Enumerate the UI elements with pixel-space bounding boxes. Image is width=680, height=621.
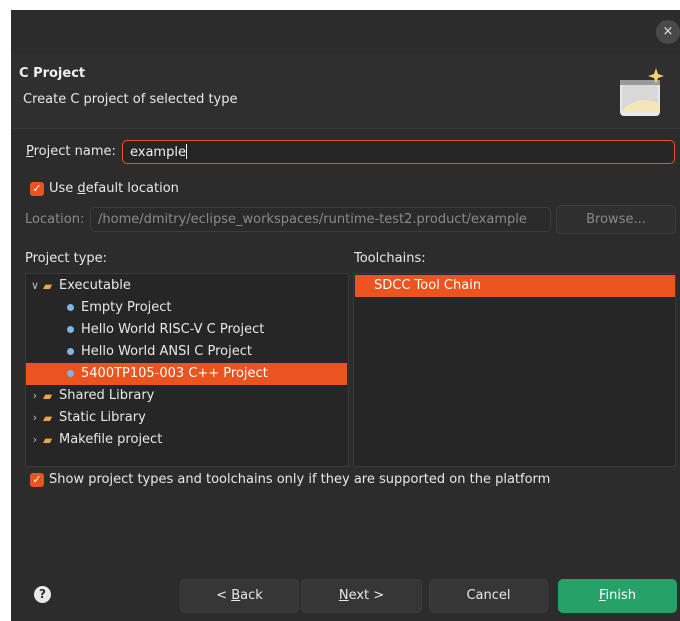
toolchains-label: Toolchains:	[354, 251, 426, 266]
toolchains-list[interactable]: SDCC Tool Chain	[353, 273, 676, 467]
project-name-input[interactable]: example	[122, 140, 675, 164]
tree-item-empty-project[interactable]: Empty Project	[26, 297, 347, 319]
folder-icon: ▰	[43, 389, 53, 403]
show-supported-only-checkbox[interactable]: ✓	[30, 473, 44, 487]
chevron-right-icon[interactable]: ›	[30, 407, 40, 429]
tree-node-static-library[interactable]: › ▰ Static Library	[26, 407, 347, 429]
project-template-icon	[67, 326, 74, 333]
header-separator	[11, 128, 680, 129]
back-button[interactable]: < Back	[180, 579, 299, 613]
project-template-icon	[67, 348, 74, 355]
next-button[interactable]: Next >	[301, 579, 422, 613]
folder-open-icon: ▰	[43, 279, 53, 293]
use-default-location-checkbox[interactable]: ✓	[30, 182, 44, 196]
cancel-button[interactable]: Cancel	[429, 579, 548, 613]
page-description: Create C project of selected type	[23, 92, 238, 107]
tree-node-makefile-project[interactable]: › ▰ Makefile project	[26, 429, 347, 451]
tree-node-executable[interactable]: ∨ ▰ Executable	[26, 275, 347, 297]
tree-item-hello-world-riscv[interactable]: Hello World RISC-V C Project	[26, 319, 347, 341]
location-input[interactable]: /home/dmitry/eclipse_workspaces/runtime-…	[90, 207, 551, 232]
location-label: Location:	[25, 212, 85, 227]
finish-button[interactable]: Finish	[558, 579, 677, 613]
project-template-icon	[67, 370, 74, 377]
project-name-label: Project name:	[26, 144, 116, 159]
close-button[interactable]: ×	[656, 20, 680, 44]
chevron-right-icon[interactable]: ›	[30, 385, 40, 407]
close-icon: ×	[662, 24, 674, 39]
browse-button[interactable]: Browse...	[556, 205, 676, 234]
chevron-right-icon[interactable]: ›	[30, 429, 40, 451]
wizard-header: C Project Create C project of selected t…	[11, 54, 680, 128]
tree-item-hello-world-ansi[interactable]: Hello World ANSI C Project	[26, 341, 347, 363]
wizard-banner-icon	[620, 68, 664, 116]
title-bar: ×	[11, 10, 680, 54]
page-title: C Project	[19, 66, 86, 81]
text-caret	[185, 144, 187, 159]
tree-item-5400tp105-project[interactable]: 5400TP105-003 C++ Project	[26, 363, 347, 385]
show-supported-only-label[interactable]: Show project types and toolchains only i…	[49, 472, 550, 487]
checkmark-icon: ✓	[32, 182, 42, 195]
folder-icon: ▰	[43, 433, 53, 447]
help-icon[interactable]: ?	[34, 586, 51, 603]
project-type-label: Project type:	[25, 251, 108, 266]
toolchain-item-sdcc[interactable]: SDCC Tool Chain	[355, 275, 675, 297]
c-project-wizard-dialog: × C Project Create C project of selected…	[11, 10, 680, 621]
tree-node-shared-library[interactable]: › ▰ Shared Library	[26, 385, 347, 407]
use-default-location-label[interactable]: Use default location	[49, 181, 179, 196]
folder-icon: ▰	[43, 411, 53, 425]
project-type-tree[interactable]: ∨ ▰ Executable Empty Project Hello World…	[25, 273, 349, 467]
project-template-icon	[67, 304, 74, 311]
chevron-down-icon[interactable]: ∨	[30, 275, 40, 297]
checkmark-icon: ✓	[32, 473, 42, 486]
